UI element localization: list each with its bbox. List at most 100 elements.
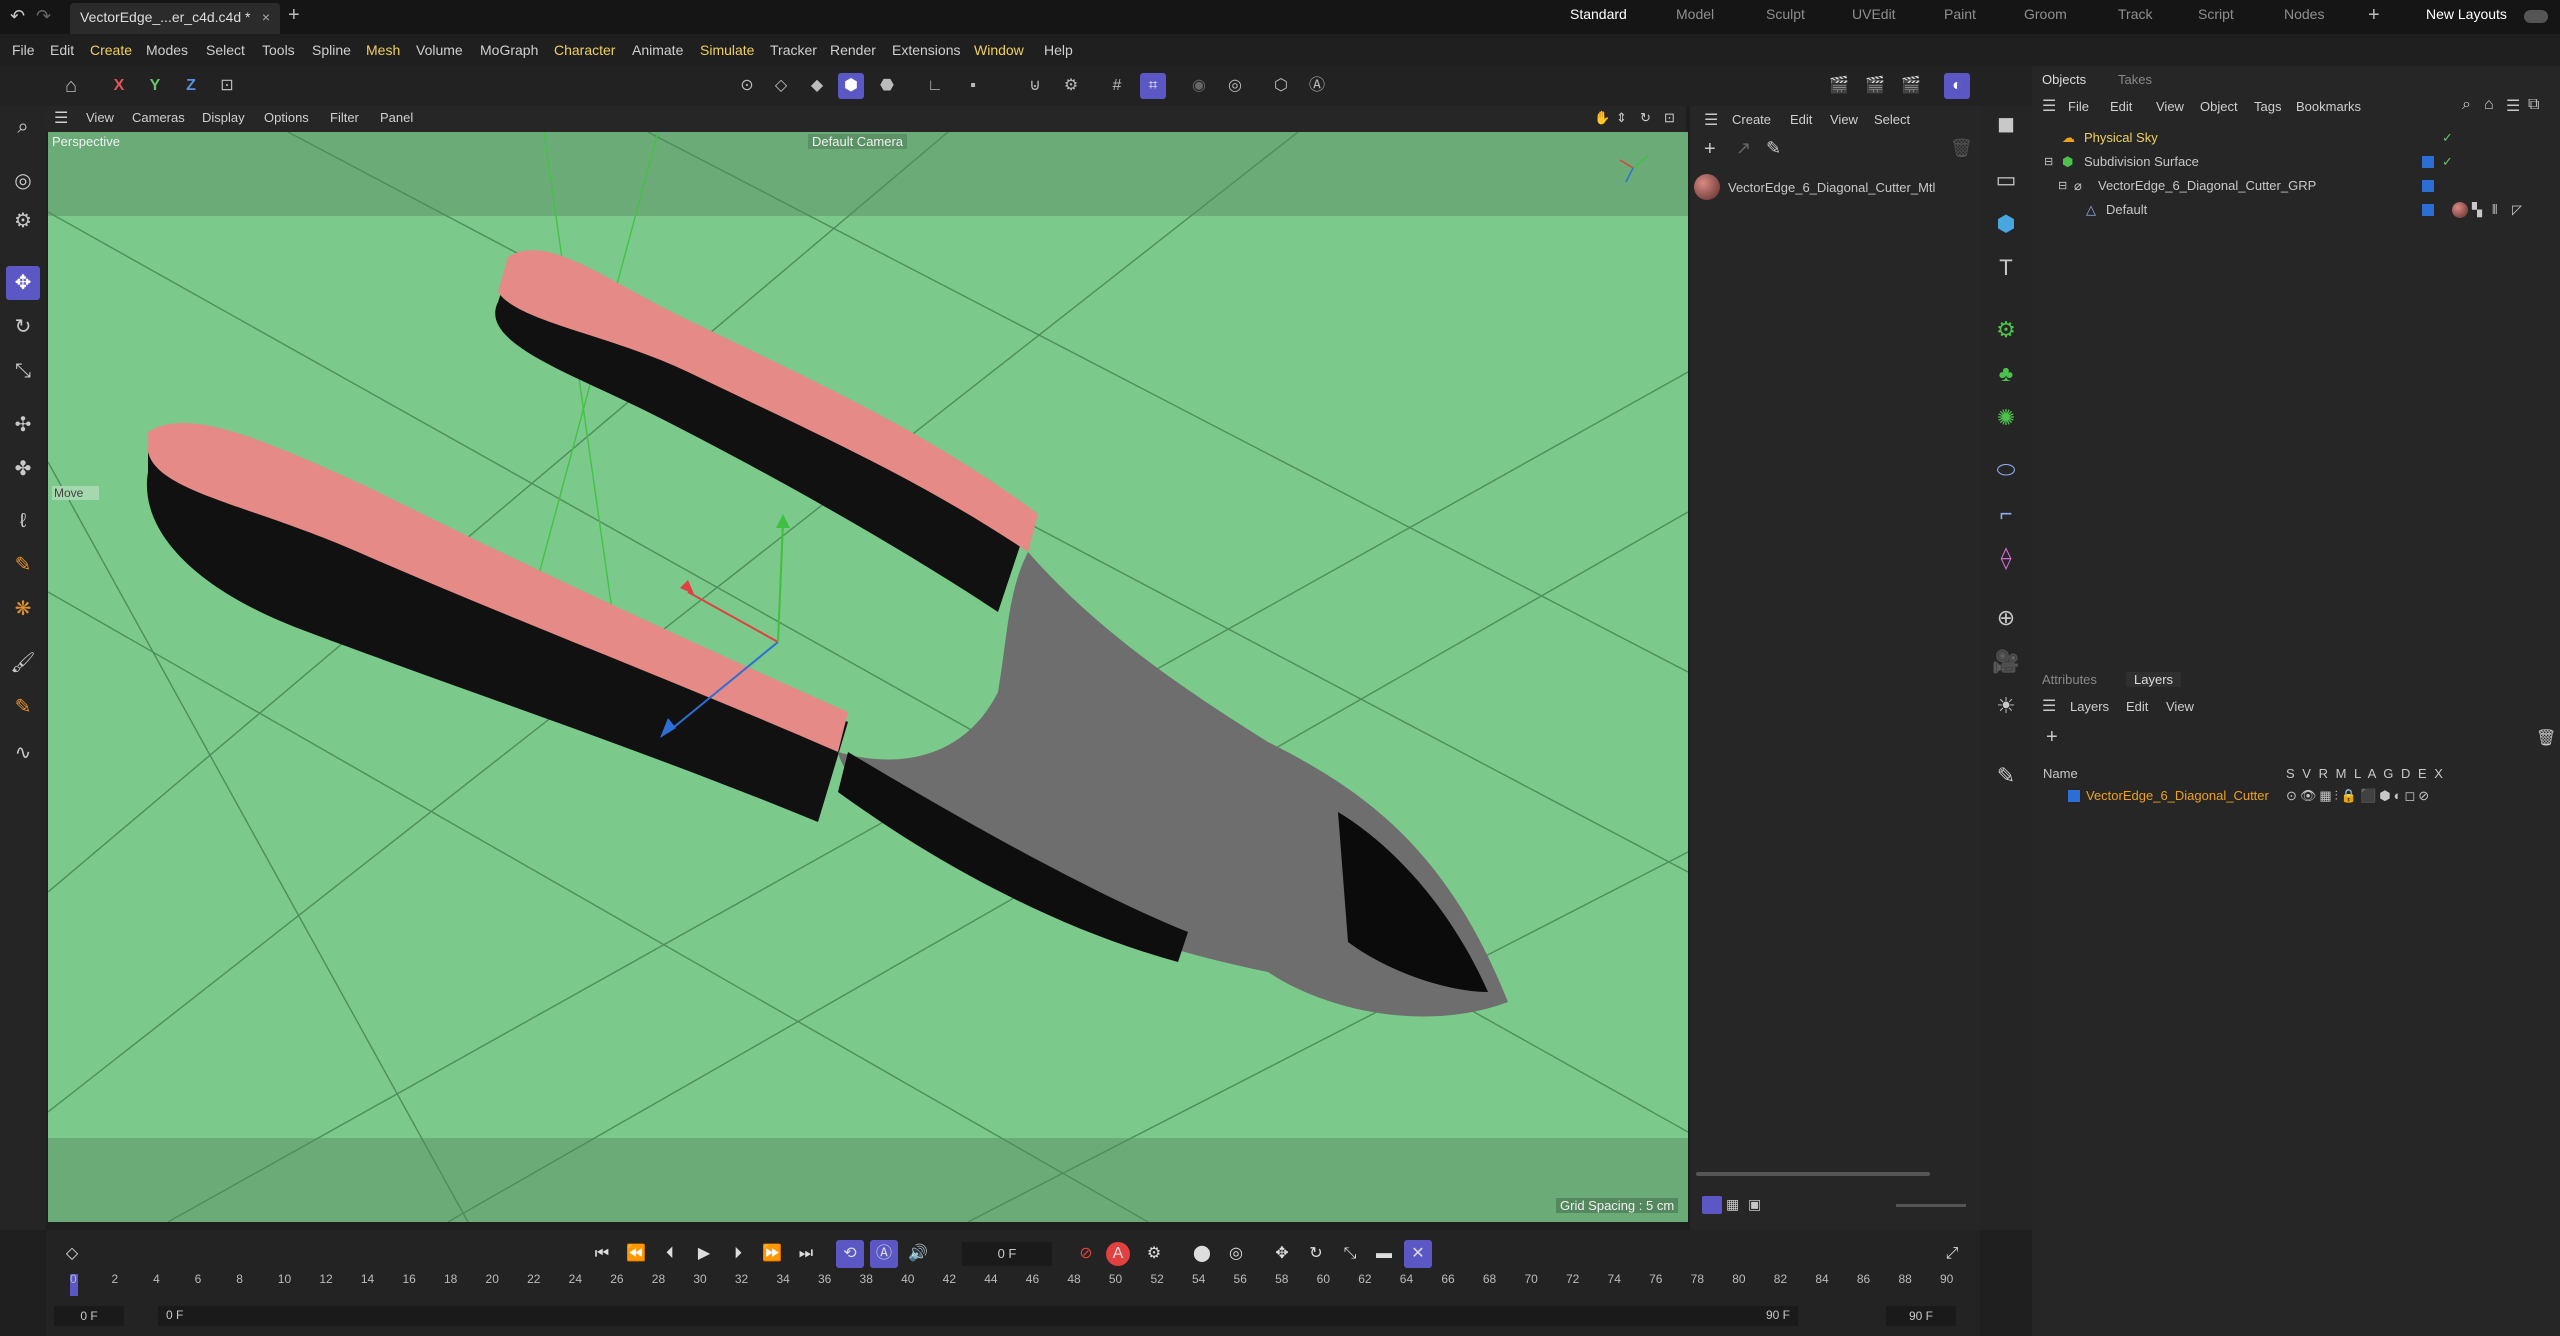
- redo-icon[interactable]: ↷: [36, 6, 51, 27]
- add-layer-icon[interactable]: +: [2046, 726, 2058, 749]
- playback-mode-icon[interactable]: Ⓐ: [870, 1240, 898, 1268]
- menu-mesh[interactable]: Mesh: [366, 42, 400, 58]
- objects-search-icon[interactable]: ⌕: [2462, 96, 2471, 114]
- timeline-graph-icon[interactable]: ⤢: [1938, 1240, 1966, 1268]
- layout-track[interactable]: Track: [2118, 6, 2152, 22]
- menu-window[interactable]: Window: [974, 42, 1024, 58]
- objects-menu-view[interactable]: View: [2156, 99, 2184, 114]
- expand-icon[interactable]: ⊟: [2058, 174, 2067, 198]
- objects-menu-object[interactable]: Object: [2200, 99, 2238, 114]
- auto-key-icon[interactable]: A: [1106, 1242, 1130, 1266]
- object-row-subdivision-surface[interactable]: ⊟ ⬢ Subdivision Surface ✓: [2042, 150, 2552, 174]
- menu-edit[interactable]: Edit: [50, 42, 74, 58]
- cube-select-icon[interactable]: ◼: [1988, 106, 2024, 142]
- axis-mode-icon[interactable]: ∟: [922, 73, 948, 99]
- 3d-viewport[interactable]: Perspective Default Camera Move Grid Spa…: [48, 132, 1688, 1222]
- search-icon[interactable]: ⌕: [6, 110, 40, 144]
- key-scale-icon[interactable]: ✥: [1268, 1240, 1296, 1268]
- enabled-check-icon[interactable]: ✓: [2442, 150, 2453, 174]
- menu-modes[interactable]: Modes: [146, 42, 188, 58]
- rotate-tool-icon[interactable]: ↻: [6, 310, 40, 344]
- material-menu-create[interactable]: Create: [1732, 112, 1771, 127]
- next-frame-icon[interactable]: ⏵: [724, 1240, 752, 1268]
- layer-flags-icons[interactable]: ⊙👁▦⫶🔒⬛⬢◐◻⊘: [2286, 784, 2432, 808]
- key-settings-icon[interactable]: ⚙: [1140, 1240, 1168, 1268]
- rectangle-icon[interactable]: ▭: [1988, 162, 2024, 198]
- menu-animate[interactable]: Animate: [632, 42, 683, 58]
- objects-menu-bookmarks[interactable]: Bookmarks: [2296, 99, 2361, 114]
- go-to-end-icon[interactable]: ⏭: [792, 1240, 820, 1268]
- key-pla-icon[interactable]: ⤡: [1336, 1240, 1364, 1268]
- gizmo-y-handle[interactable]: [776, 514, 790, 528]
- field-icon[interactable]: ⌐: [1988, 496, 2024, 532]
- menu-extensions[interactable]: Extensions: [892, 42, 960, 58]
- brush-tool-icon[interactable]: 🖌: [6, 646, 40, 680]
- material-scrollbar[interactable]: [1696, 1172, 1930, 1176]
- live-selection-icon[interactable]: ◎: [6, 164, 40, 198]
- layout-paint[interactable]: Paint: [1944, 6, 1976, 22]
- objects-menu-file[interactable]: File: [2068, 99, 2089, 114]
- viewport-hamburger-icon[interactable]: ☰: [54, 108, 68, 128]
- viewport-menu-view[interactable]: View: [86, 110, 114, 125]
- menu-render[interactable]: Render: [830, 42, 876, 58]
- gizmo-x-handle[interactable]: [680, 580, 694, 594]
- text-icon[interactable]: T: [1988, 250, 2024, 286]
- material-hamburger-icon[interactable]: ☰: [1704, 110, 1718, 130]
- coordinate-system-icon[interactable]: ⊡: [214, 73, 240, 99]
- undo-icon[interactable]: ↶: [10, 6, 25, 27]
- viewport-menu-cameras[interactable]: Cameras: [132, 110, 185, 125]
- paint-tool-icon[interactable]: ✎: [6, 690, 40, 724]
- pen-tool-icon[interactable]: ✎: [6, 548, 40, 582]
- selection-tag-icon[interactable]: ◸: [2512, 198, 2522, 222]
- uv-mode-icon[interactable]: ⬣: [874, 73, 900, 99]
- cube-icon[interactable]: ⬢: [1988, 206, 2024, 242]
- transform-tool-icon[interactable]: ⚙: [6, 204, 40, 238]
- objects-home-icon[interactable]: ⌂: [2484, 96, 2494, 114]
- menu-select[interactable]: Select: [206, 42, 245, 58]
- menu-mograph[interactable]: MoGraph: [480, 42, 538, 58]
- add-material-icon[interactable]: +: [1704, 138, 1716, 161]
- previous-key-icon[interactable]: ⏪: [622, 1240, 650, 1268]
- key-mode-icon[interactable]: ✕: [1404, 1240, 1432, 1268]
- key-position-icon[interactable]: ⬤: [1188, 1240, 1216, 1268]
- menu-help[interactable]: Help: [1044, 42, 1073, 58]
- deformer-icon[interactable]: ⬭: [1988, 452, 2024, 488]
- previous-frame-icon[interactable]: ⏴: [656, 1240, 684, 1268]
- frame-ruler[interactable]: 0 2 4 6 8 10 12 14 16 18 20 22 24 26 28 30 32 34 36 38 40 42 4…: [66, 1272, 1966, 1298]
- objects-menu-edit[interactable]: Edit: [2110, 99, 2132, 114]
- light-icon[interactable]: ☀: [1988, 688, 2024, 724]
- objects-hamburger-icon[interactable]: ☰: [2042, 96, 2056, 116]
- move-tool-icon[interactable]: ✥: [6, 266, 40, 300]
- thumbnail-size-slider[interactable]: [1896, 1204, 1966, 1207]
- render-settings-icon[interactable]: 🎬: [1898, 73, 1924, 99]
- key-point-icon[interactable]: ▬: [1370, 1240, 1398, 1268]
- layout-sculpt[interactable]: Sculpt: [1766, 6, 1805, 22]
- tab-layers[interactable]: Layers: [2126, 672, 2182, 687]
- record-icon[interactable]: ⊘: [1072, 1240, 1100, 1268]
- layout-standard[interactable]: Standard: [1570, 6, 1627, 22]
- menu-create[interactable]: Create: [90, 42, 132, 58]
- layer-row[interactable]: VectorEdge_6_Diagonal_Cutter ⊙👁▦⫶🔒⬛⬢◐◻⊘: [2042, 784, 2552, 808]
- key-param-icon[interactable]: ↻: [1302, 1240, 1330, 1268]
- subdivision-icon[interactable]: ⚙: [1988, 312, 2024, 348]
- object-row-cutter-grp[interactable]: ⊟ ⌀ VectorEdge_6_Diagonal_Cutter_GRP: [2042, 174, 2552, 198]
- sculpt-tool-icon[interactable]: ❋: [6, 592, 40, 626]
- layers-menu-view[interactable]: View: [2166, 699, 2194, 714]
- menu-simulate[interactable]: Simulate: [700, 42, 754, 58]
- add-layout-button[interactable]: +: [2368, 4, 2380, 27]
- camera-icon[interactable]: 🎥: [1988, 644, 2024, 680]
- uvw-tag-icon[interactable]: ▚: [2472, 198, 2482, 222]
- layout-nodes[interactable]: Nodes: [2284, 6, 2324, 22]
- new-tab-button[interactable]: +: [288, 4, 300, 27]
- tab-attributes[interactable]: Attributes: [2042, 672, 2097, 687]
- menu-volume[interactable]: Volume: [416, 42, 463, 58]
- render-view-icon[interactable]: 🎬: [1826, 73, 1852, 99]
- viewport-menu-options[interactable]: Options: [264, 110, 309, 125]
- material-menu-edit[interactable]: Edit: [1790, 112, 1812, 127]
- menu-tools[interactable]: Tools: [262, 42, 295, 58]
- material-link-icon[interactable]: ↗: [1736, 138, 1751, 159]
- effector-icon[interactable]: ✺: [1988, 400, 2024, 436]
- expand-icon[interactable]: ⊟: [2044, 150, 2053, 174]
- layout-script[interactable]: Script: [2198, 6, 2234, 22]
- range-end-field[interactable]: 90 F: [1886, 1306, 1956, 1326]
